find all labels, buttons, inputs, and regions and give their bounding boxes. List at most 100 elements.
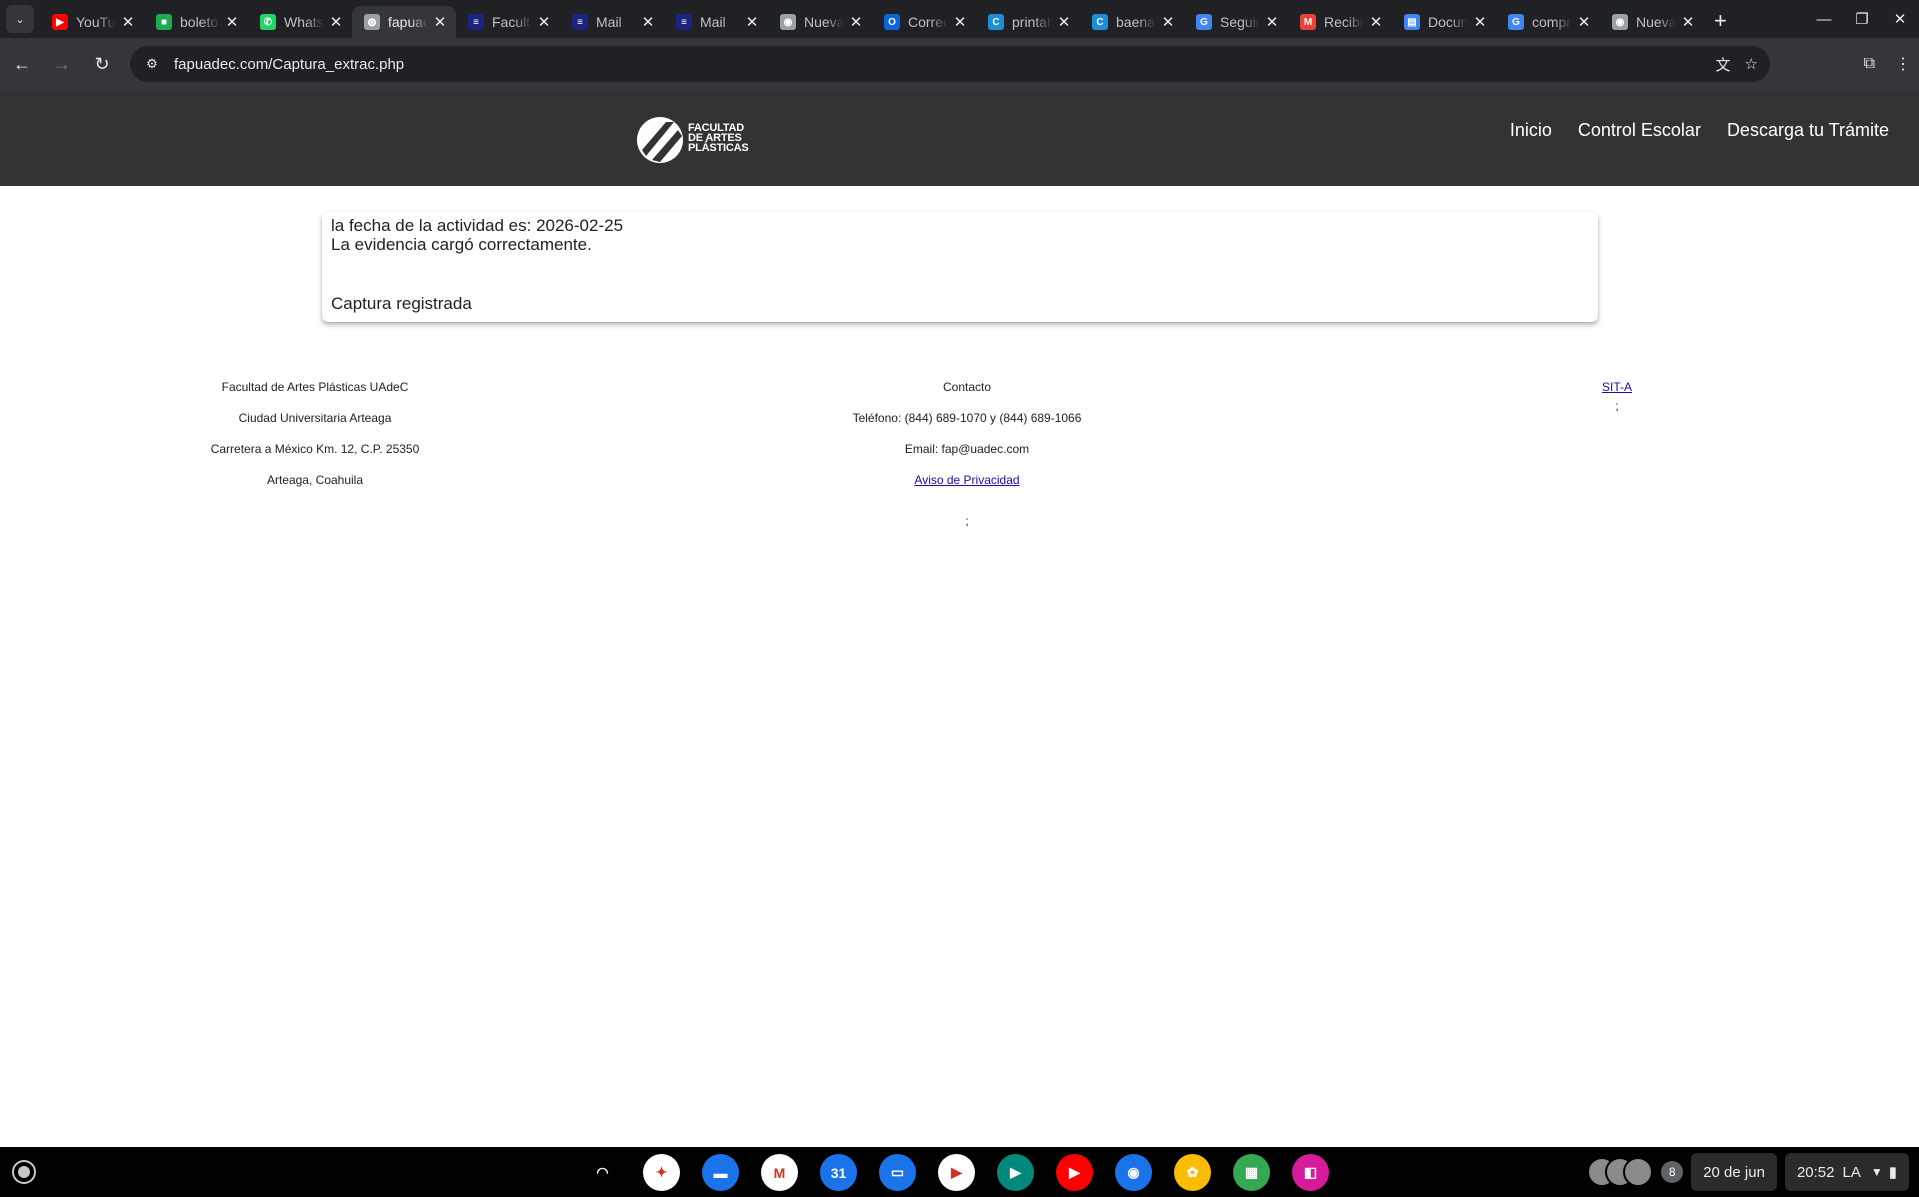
omnibox-actions: 文 ☆ [1716, 46, 1758, 82]
minimize-button[interactable]: — [1805, 11, 1843, 28]
tab-search-button[interactable]: ⌄ [6, 5, 34, 33]
files-icon[interactable]: ▬ [702, 1154, 739, 1191]
tab-close-icon[interactable]: ✕ [952, 13, 968, 31]
nav-link-control-escolar[interactable]: Control Escolar [1578, 120, 1701, 141]
tab-close-icon[interactable]: ✕ [1472, 13, 1488, 31]
footer-links: SIT-A ; [1567, 372, 1667, 422]
browser-tab[interactable]: ▶ YouTube✕ [40, 6, 144, 38]
bookmark-star-icon[interactable]: ☆ [1745, 55, 1758, 73]
cast-icon[interactable]: ◠ [584, 1154, 621, 1191]
browser-tab[interactable]: ▤ Documento✕ [1392, 6, 1496, 38]
tab-close-icon[interactable]: ✕ [1056, 13, 1072, 31]
extensions-icon[interactable]: ⧉ [1864, 55, 1875, 73]
close-window-button[interactable]: ✕ [1881, 10, 1919, 28]
tab-close-icon[interactable]: ✕ [224, 13, 240, 31]
nav-link-inicio[interactable]: Inicio [1510, 120, 1552, 141]
screenshot-icon[interactable]: ◧ [1292, 1154, 1329, 1191]
calendar-icon[interactable]: 31 [820, 1154, 857, 1191]
browser-tab[interactable]: ◍ fapuadec✕ [352, 6, 456, 38]
browser-tab[interactable]: ■ boleto ✕ [144, 6, 248, 38]
globe-icon: ◍ [364, 14, 380, 30]
tab-title: YouTube [76, 14, 116, 30]
footer-phone: Teléfono: (844) 689-1070 y (844) 689-106… [852, 411, 1082, 425]
system-tray-pill[interactable]: 20:52 LA ▼ ▮ [1784, 1153, 1909, 1191]
notification-count-badge[interactable]: 8 [1661, 1161, 1684, 1183]
tab-title: Documento [1428, 14, 1468, 30]
url-text[interactable]: fapuadec.com/Captura_extrac.php [174, 56, 404, 73]
footer-institution: Facultad de Artes Plásticas UAdeC [221, 380, 409, 394]
tab-title: fapuadec [388, 14, 428, 30]
chrome-icon[interactable]: ◉ [1115, 1154, 1152, 1191]
site-info-icon[interactable]: ⚙ [136, 50, 168, 78]
tab-close-icon[interactable]: ✕ [120, 13, 136, 31]
account-avatars[interactable] [1587, 1157, 1654, 1187]
browser-tab[interactable]: ✆ WhatsApp✕ [248, 6, 352, 38]
browser-tab[interactable]: O Correo ✕ [872, 6, 976, 38]
canva-icon: C [988, 14, 1004, 30]
tab-close-icon[interactable]: ✕ [1368, 13, 1384, 31]
footer-semicolon: ; [965, 514, 969, 528]
browser-tab[interactable]: Cprintable✕ [976, 6, 1080, 38]
restore-button[interactable]: ❐ [1843, 10, 1881, 28]
photos-icon[interactable]: ✿ [1174, 1154, 1211, 1191]
forward-button[interactable]: → [44, 46, 80, 82]
tab-close-icon[interactable]: ✕ [640, 13, 656, 31]
browser-tab[interactable]: ≡ Mail ✕ [664, 6, 768, 38]
tab-close-icon[interactable]: ✕ [744, 13, 760, 31]
mail-site-icon: ≡ [572, 14, 588, 30]
youtube-icon: ▶ [52, 14, 68, 30]
tab-title: baena [1116, 14, 1155, 30]
address-bar[interactable]: ⚙ fapuadec.com/Captura_extrac.php 文 ☆ [130, 46, 1770, 82]
browser-tab[interactable]: ≡ Facultad✕ [456, 6, 560, 38]
clock-time: 20:52 [1796, 1163, 1835, 1181]
logo-mark-icon [637, 117, 683, 163]
tab-close-icon[interactable]: ✕ [1576, 13, 1592, 31]
tab-close-icon[interactable]: ✕ [432, 13, 448, 31]
tab-close-icon[interactable]: ✕ [1160, 13, 1176, 31]
tab-close-icon[interactable]: ✕ [848, 13, 864, 31]
reload-button[interactable]: ↻ [84, 46, 120, 82]
messages-icon[interactable]: ▭ [879, 1154, 916, 1191]
whatsapp-icon: ✆ [260, 14, 276, 30]
tab-close-icon[interactable]: ✕ [1264, 13, 1280, 31]
browser-tab[interactable]: G Seguimiento✕ [1184, 6, 1288, 38]
tab-title: Mail [700, 14, 726, 30]
tab-close-icon[interactable]: ✕ [536, 13, 552, 31]
translate-icon[interactable]: 文 [1716, 54, 1731, 75]
browser-tab[interactable]: Cbaena ✕ [1080, 6, 1184, 38]
tab-title: Seguimiento [1220, 14, 1260, 30]
apps-icon[interactable]: ▦ [1233, 1154, 1270, 1191]
docs-icon: ▤ [1404, 14, 1420, 30]
tab-title: Nueva [1636, 14, 1676, 30]
footer-street: Carretera a México Km. 12, C.P. 25350 [210, 442, 420, 456]
launcher-button[interactable] [12, 1160, 36, 1184]
new-tab-button[interactable]: + [1714, 8, 1727, 34]
privacy-notice-link[interactable]: Aviso de Privacidad [914, 473, 1019, 487]
nav-link-descarga-tramite[interactable]: Descarga tu Trámite [1727, 120, 1889, 141]
tab-close-icon[interactable]: ✕ [328, 13, 344, 31]
tab-title: Correo [908, 14, 948, 30]
window-controls: — ❐ ✕ [1805, 0, 1919, 38]
mail-site-icon: ≡ [676, 14, 692, 30]
browser-tab[interactable]: M Recibido✕ [1288, 6, 1392, 38]
browser-menu-icon[interactable]: ⋮ [1895, 54, 1911, 74]
browser-tab[interactable]: ◉ Nueva ✕ [768, 6, 872, 38]
play-store-icon[interactable]: ▶ [938, 1154, 975, 1191]
tab-close-icon[interactable]: ✕ [1680, 13, 1696, 31]
browser-tab[interactable]: Gcompra✕ [1496, 6, 1600, 38]
back-button[interactable]: ← [4, 46, 40, 82]
meet-icon[interactable]: ▶ [997, 1154, 1034, 1191]
site-logo[interactable]: FACULTAD DE ARTES PLÁSTICAS [636, 116, 749, 164]
site-navigation: Inicio Control Escolar Descarga tu Trámi… [1510, 120, 1889, 141]
date-pill[interactable]: 20 de jun [1691, 1153, 1777, 1191]
gemini-icon[interactable]: ✦ [643, 1154, 680, 1191]
tab-title: Mail [596, 14, 622, 30]
gmail-icon[interactable]: M [761, 1154, 798, 1191]
canva-icon: C [1092, 14, 1108, 30]
tab-title: Nueva [804, 14, 844, 30]
footer-contact: Contacto Teléfono: (844) 689-1070 y (844… [817, 372, 1117, 537]
youtube-icon[interactable]: ▶ [1056, 1154, 1093, 1191]
browser-toolbar: ← → ↻ ⚙ fapuadec.com/Captura_extrac.php … [0, 38, 1919, 90]
browser-tab[interactable]: ◉ Nueva ✕ [1600, 6, 1704, 38]
browser-tab[interactable]: ≡ Mail ✕ [560, 6, 664, 38]
